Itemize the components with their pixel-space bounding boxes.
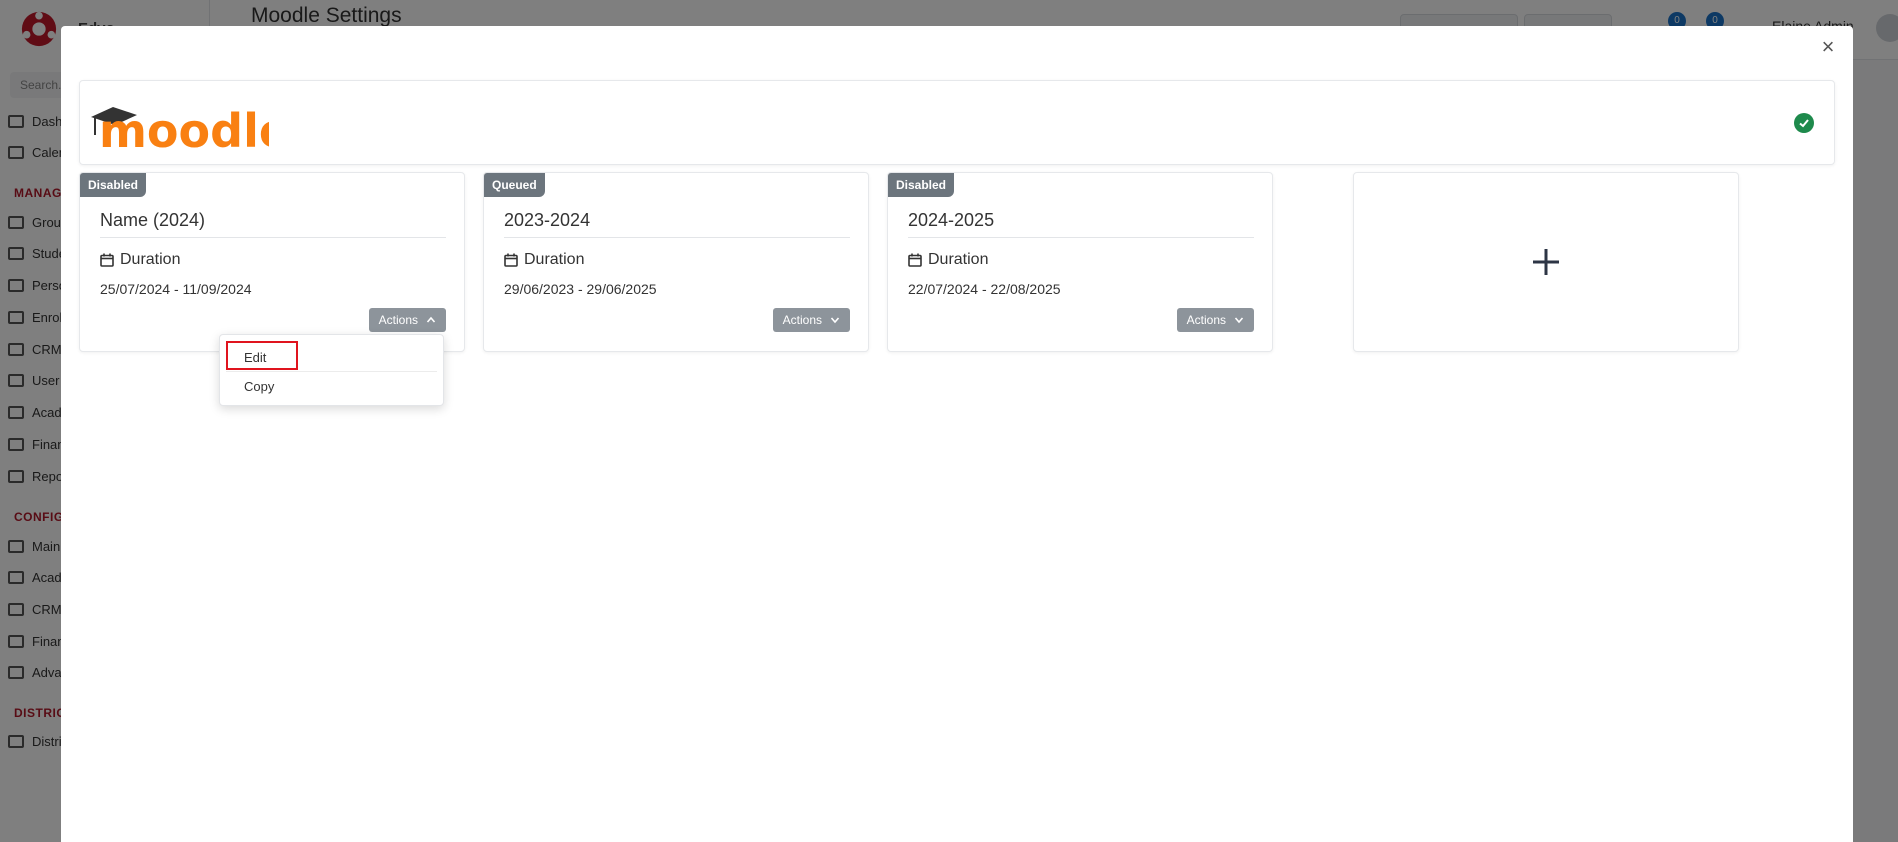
card-divider (908, 237, 1254, 238)
calendar-icon (504, 253, 518, 267)
calendar-icon (908, 253, 922, 267)
card-divider (100, 237, 446, 238)
provider-header: moodle (79, 80, 1835, 165)
date-range: 25/07/2024 - 11/09/2024 (100, 281, 252, 297)
sync-card: Queued 2023-2024 Duration 29/06/2023 - 2… (483, 172, 869, 352)
moodle-logo: moodle (91, 104, 269, 155)
sync-card: Disabled 2024-2025 Duration 22/07/2024 -… (887, 172, 1273, 352)
status-badge: Disabled (888, 173, 955, 197)
card-title: Name (2024) (100, 210, 206, 230)
sync-card: Disabled Name (2024) Duration 25/07/2024… (79, 172, 465, 352)
status-badge: Disabled (80, 173, 147, 197)
card-divider (504, 237, 850, 238)
moodle-wordmark: moodle (99, 104, 269, 155)
card-title: 2023-2024 (504, 210, 591, 230)
chevron-up-icon (426, 316, 436, 323)
card-title: 2024-2025 (908, 210, 995, 230)
moodle-settings-modal: × moodle Disabled Name (2024) Duration 2… (61, 26, 1853, 842)
actions-dropdown-menu: Edit Copy (219, 334, 444, 406)
close-button[interactable]: × (1817, 36, 1839, 58)
duration-label: Duration (908, 251, 988, 269)
status-badge: Queued (484, 173, 545, 197)
actions-dropdown-button[interactable]: Actions (368, 308, 446, 332)
actions-dropdown-button[interactable]: Actions (772, 308, 850, 332)
connected-check-icon (1794, 113, 1814, 133)
actions-dropdown-button[interactable]: Actions (1176, 308, 1254, 332)
calendar-icon (100, 253, 114, 267)
chevron-down-icon (830, 317, 840, 324)
chevron-down-icon (1234, 317, 1244, 324)
dropdown-item-edit[interactable]: Edit (244, 350, 266, 365)
plus-icon (1533, 249, 1559, 275)
date-range: 29/06/2023 - 29/06/2025 (504, 281, 657, 297)
dropdown-item-copy[interactable]: Copy (244, 379, 274, 394)
duration-label: Duration (100, 251, 180, 269)
dropdown-divider (226, 371, 437, 372)
add-sync-card-button[interactable] (1353, 172, 1739, 352)
date-range: 22/07/2024 - 22/08/2025 (908, 281, 1061, 297)
duration-label: Duration (504, 251, 584, 269)
